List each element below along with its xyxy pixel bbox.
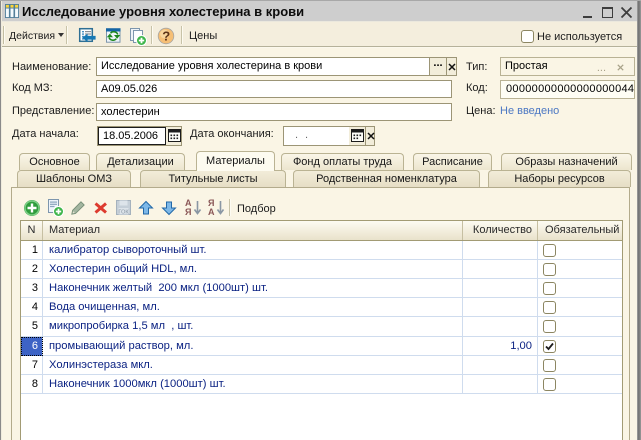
svg-text:ГОК: ГОК (118, 210, 129, 216)
svg-text:?: ? (162, 29, 170, 44)
